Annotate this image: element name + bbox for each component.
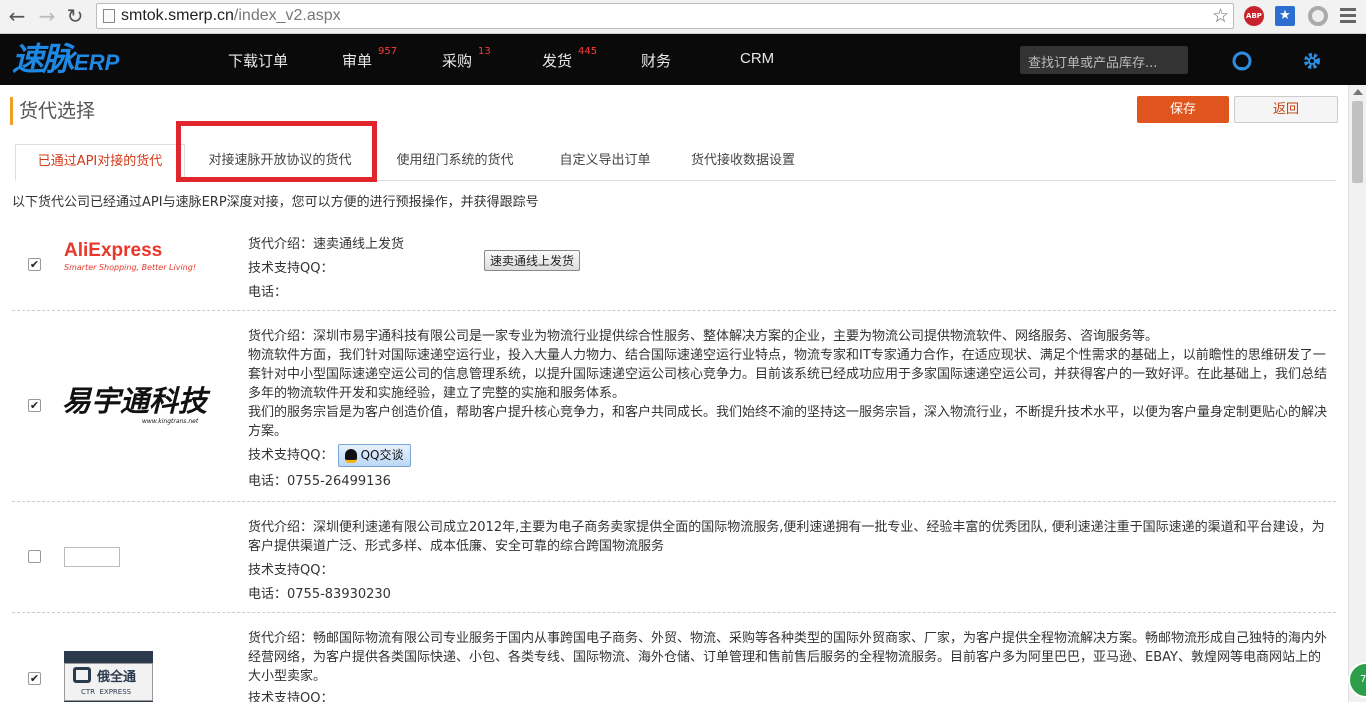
back-button[interactable]: 返回 — [1234, 96, 1338, 123]
kingtrans-logo: 易宇通科技 www.kingtrans.net — [62, 386, 208, 425]
ctr-express-logo: 俄全通 CTR EXPRESS — [64, 651, 153, 702]
ctr-logo-mark-icon — [73, 667, 91, 683]
nav-purchase[interactable]: 采购13 — [442, 46, 491, 71]
page-content: 货代选择 保存 返回 已通过API对接的货代 对接速脉开放协议的货代 使用纽门系… — [0, 85, 1348, 702]
forwarder-checkbox[interactable] — [28, 550, 41, 563]
nav-crm[interactable]: CRM — [740, 50, 774, 67]
forwarder-row: ✔ 易宇通科技 www.kingtrans.net 货代介绍：深圳市易宇通科技有… — [12, 311, 1336, 502]
back-arrow-icon[interactable]: ← — [6, 5, 28, 27]
tab-api-forwarders[interactable]: 已通过API对接的货代 — [15, 144, 185, 181]
bookmark-star-icon[interactable]: ☆ — [1212, 5, 1229, 27]
page-icon — [103, 9, 115, 23]
forwarder-row: ✔ AliExpress Smarter Shopping, Better Li… — [12, 219, 1336, 311]
logo-placeholder — [64, 547, 120, 567]
highlight-box — [176, 121, 377, 182]
settings-gear-icon[interactable] — [1301, 50, 1323, 72]
address-url: smtok.smerp.cn/index_v2.aspx — [121, 7, 341, 24]
adblock-extension-icon[interactable]: ABP — [1244, 6, 1264, 26]
bookmark-extension-icon[interactable]: ★ — [1275, 6, 1295, 26]
forwarder-row: 货代介绍：深圳便利速递有限公司成立2012年,主要为电子商务卖家提供全面的国际物… — [12, 502, 1336, 613]
app-header: 速脉 ERP 下载订单 审单957 采购13 发货445 财务 CRM 查找订单或… — [0, 34, 1366, 85]
nav-shipping[interactable]: 发货445 — [542, 46, 597, 71]
tab-receive-settings[interactable]: 货代接收数据设置 — [679, 144, 807, 181]
save-button[interactable]: 保存 — [1137, 96, 1229, 123]
nav-badge: 13 — [478, 46, 491, 57]
forwarder-checkbox[interactable]: ✔ — [28, 672, 41, 685]
forwarder-info: 货代介绍：深圳市易宇通科技有限公司是一家专业为物流行业提供综合性服务、整体解决方… — [248, 329, 1328, 489]
scrollbar-thumb[interactable] — [1352, 101, 1363, 183]
nav-badge: 957 — [378, 46, 398, 57]
qq-chat-button[interactable]: QQ交谈 — [337, 444, 411, 467]
extension-circle-icon[interactable] — [1308, 6, 1328, 26]
nav-download-orders[interactable]: 下载订单 — [228, 50, 288, 71]
forwarder-checkbox[interactable]: ✔ — [28, 399, 41, 412]
forwarder-checkbox[interactable]: ✔ — [28, 258, 41, 271]
browser-toolbar: ← → ↻ smtok.smerp.cn/index_v2.aspx ☆ ABP… — [0, 0, 1366, 34]
forwarder-info: 货代介绍：速卖通线上发货 技术支持QQ： 电话： — [248, 237, 405, 300]
qq-penguin-icon — [344, 448, 357, 463]
app-logo[interactable]: 速脉 ERP — [12, 40, 119, 78]
reload-icon[interactable]: ↻ — [64, 5, 86, 27]
page-scrollbar[interactable] — [1348, 85, 1366, 702]
scroll-up-icon[interactable] — [1353, 89, 1363, 95]
aliexpress-logo: AliExpress Smarter Shopping, Better Livi… — [64, 240, 197, 272]
menu-icon[interactable] — [1340, 8, 1356, 24]
notification-icon[interactable] — [1231, 50, 1253, 72]
forwarder-info: 货代介绍：深圳便利速递有限公司成立2012年,主要为电子商务卖家提供全面的国际物… — [248, 520, 1325, 602]
nav-review-orders[interactable]: 审单957 — [342, 46, 397, 71]
forwarder-info: 货代介绍：畅邮国际物流有限公司专业服务于国内从事跨国电子商务、外贸、物流、采购等… — [248, 631, 1328, 702]
aliexpress-ship-button[interactable]: 速卖通线上发货 — [484, 250, 581, 271]
tab-custom-export[interactable]: 自定义导出订单 — [545, 144, 665, 181]
forward-arrow-icon[interactable]: → — [36, 5, 58, 27]
address-bar[interactable]: smtok.smerp.cn/index_v2.aspx ☆ — [96, 3, 1234, 29]
intro-text: 以下货代公司已经通过API与速脉ERP深度对接，您可以方便的进行预报操作，并获得… — [12, 195, 539, 210]
nav-badge: 445 — [578, 46, 598, 57]
forwarder-row: ✔ 俄全通 CTR EXPRESS 货代介绍：畅邮国际物流有限公司专业服务于国内… — [12, 613, 1336, 702]
search-input[interactable]: 查找订单或产品库存... — [1020, 46, 1188, 74]
nav-finance[interactable]: 财务 — [641, 50, 671, 71]
tab-niumen-forwarders[interactable]: 使用纽门系统的货代 — [383, 144, 527, 181]
page-title: 货代选择 — [10, 97, 95, 125]
